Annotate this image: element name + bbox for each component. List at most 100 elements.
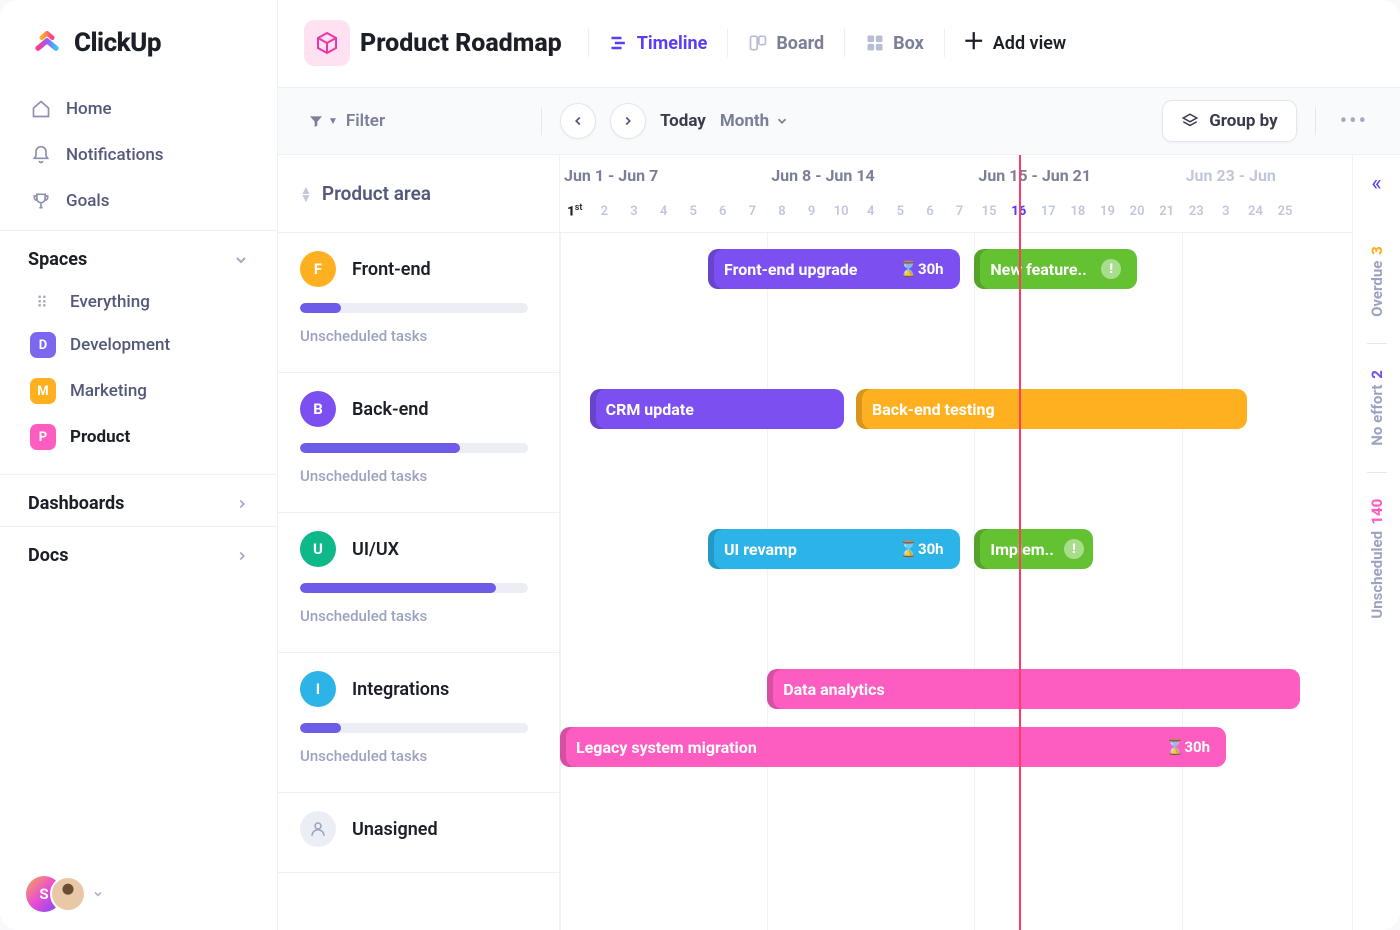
collapse-rail-button[interactable]: « xyxy=(1371,171,1381,196)
day-cell: 10 xyxy=(826,204,856,219)
section-title: Docs xyxy=(28,545,68,566)
space-badge: M xyxy=(30,378,56,404)
dashboards-section[interactable]: Dashboards xyxy=(0,474,277,526)
row-header-title[interactable]: ▲▼ Product area xyxy=(278,155,559,233)
today-marker xyxy=(1019,155,1021,930)
day-cell: 3 xyxy=(619,204,649,219)
home-icon xyxy=(30,98,52,120)
date-range: Jun 23 - Jun xyxy=(1182,166,1300,185)
hourglass-icon: ⌛30h xyxy=(899,540,943,558)
progress-bar xyxy=(300,723,528,733)
row-label: Back-end xyxy=(352,399,428,420)
nav-goals[interactable]: Goals xyxy=(16,178,261,224)
task-bar[interactable]: Implem..! xyxy=(974,529,1092,569)
rail-unscheduled[interactable]: Unscheduled 140 xyxy=(1368,473,1386,645)
space-label: Product xyxy=(70,427,130,447)
filter-button[interactable]: ▼ Filter xyxy=(304,105,389,137)
timeline-row[interactable]: F Front-end Unscheduled tasks xyxy=(278,233,559,373)
day-cell: 25 xyxy=(1270,204,1300,219)
tab-board[interactable]: Board xyxy=(746,29,826,58)
tab-box[interactable]: Box xyxy=(863,29,926,58)
divider xyxy=(844,29,845,57)
day-cell: 24 xyxy=(1241,204,1271,219)
row-header-label: Product area xyxy=(322,182,431,205)
today-button[interactable]: Today xyxy=(660,111,706,131)
space-everything[interactable]: ⠿ Everything xyxy=(16,282,261,322)
unscheduled-label: Unscheduled tasks xyxy=(300,607,537,625)
unscheduled-label: Unscheduled tasks xyxy=(300,327,537,345)
day-cell: 6 xyxy=(708,204,738,219)
user-switcher[interactable]: S xyxy=(0,858,277,930)
progress-bar xyxy=(300,303,528,313)
timeline-grid[interactable]: Jun 1 - Jun 7Jun 8 - Jun 14Jun 15 - Jun … xyxy=(560,155,1352,930)
timeline-row[interactable]: I Integrations Unscheduled tasks xyxy=(278,653,559,793)
task-bar[interactable]: New feature..! xyxy=(974,249,1137,289)
task-bar[interactable]: Data analytics xyxy=(767,669,1300,709)
day-cell: 21 xyxy=(1152,204,1182,219)
nav-label: Notifications xyxy=(66,145,164,165)
bell-icon xyxy=(30,144,52,166)
nav-notifications[interactable]: Notifications xyxy=(16,132,261,178)
unscheduled-label: Unscheduled tasks xyxy=(300,467,537,485)
plus-icon: ＋ xyxy=(963,32,985,54)
task-bar[interactable]: Legacy system migration⌛30h xyxy=(560,727,1226,767)
task-label: Front-end upgrade xyxy=(724,260,857,279)
range-selector[interactable]: Month xyxy=(720,111,789,131)
space-item-product[interactable]: P Product xyxy=(16,414,261,460)
timeline-row[interactable]: Unasigned xyxy=(278,793,559,873)
nav-label: Goals xyxy=(66,191,109,211)
logo[interactable]: ClickUp xyxy=(0,0,277,80)
add-view-button[interactable]: ＋ Add view xyxy=(963,32,1066,54)
space-label: Marketing xyxy=(70,381,147,401)
progress-bar xyxy=(300,443,528,453)
task-bar[interactable]: Front-end upgrade⌛30h xyxy=(708,249,960,289)
spaces-header[interactable]: Spaces xyxy=(0,230,277,282)
row-label: Integrations xyxy=(352,679,449,700)
timeline-row[interactable]: B Back-end Unscheduled tasks xyxy=(278,373,559,513)
section-title: Dashboards xyxy=(28,493,124,514)
toolbar: ▼ Filter Today Month Group by ••• xyxy=(278,87,1400,155)
day-cell: 9 xyxy=(797,204,827,219)
more-button[interactable]: ••• xyxy=(1334,109,1374,134)
logo-icon xyxy=(30,26,64,60)
space-item-marketing[interactable]: M Marketing xyxy=(16,368,261,414)
next-button[interactable] xyxy=(610,103,646,139)
day-cell: 20 xyxy=(1122,204,1152,219)
rail-label: Unscheduled xyxy=(1368,531,1386,619)
rail-overdue[interactable]: Overdue 3 xyxy=(1368,220,1386,343)
filter-label: Filter xyxy=(346,111,385,131)
tab-timeline[interactable]: Timeline xyxy=(607,29,710,58)
day-cell: 8 xyxy=(767,204,797,219)
day-cell: 3 xyxy=(1211,204,1241,219)
day-cell: 5 xyxy=(886,204,916,219)
divider xyxy=(944,29,945,57)
task-label: CRM update xyxy=(606,400,694,419)
prev-button[interactable] xyxy=(560,103,596,139)
divider xyxy=(1315,107,1316,135)
chevron-down-icon xyxy=(775,114,789,128)
timeline-row[interactable]: U UI/UX Unscheduled tasks xyxy=(278,513,559,653)
chevron-right-icon xyxy=(235,549,249,563)
day-cell: 4 xyxy=(856,204,886,219)
row-label: Front-end xyxy=(352,259,431,280)
logo-text: ClickUp xyxy=(74,28,161,58)
task-bar[interactable]: CRM update xyxy=(590,389,845,429)
task-bar[interactable]: Back-end testing xyxy=(856,389,1247,429)
space-badge: D xyxy=(30,332,56,358)
docs-section[interactable]: Docs xyxy=(0,526,277,578)
nav-home[interactable]: Home xyxy=(16,86,261,132)
task-label: UI revamp xyxy=(724,540,797,559)
row-badge: U xyxy=(300,531,336,567)
group-by-button[interactable]: Group by xyxy=(1162,100,1297,142)
day-cell: 2 xyxy=(590,204,620,219)
day-cell: 7 xyxy=(738,204,768,219)
sort-icon: ▲▼ xyxy=(300,186,312,202)
add-view-label: Add view xyxy=(993,33,1066,54)
primary-nav: Home Notifications Goals xyxy=(0,80,277,230)
task-bar[interactable]: UI revamp ⌛30h xyxy=(708,529,960,569)
space-label: Development xyxy=(70,335,170,355)
space-item-development[interactable]: D Development xyxy=(16,322,261,368)
rail-noeffort[interactable]: No effort 2 xyxy=(1368,344,1386,472)
avatar xyxy=(50,876,86,912)
row-label: Unasigned xyxy=(352,819,438,840)
